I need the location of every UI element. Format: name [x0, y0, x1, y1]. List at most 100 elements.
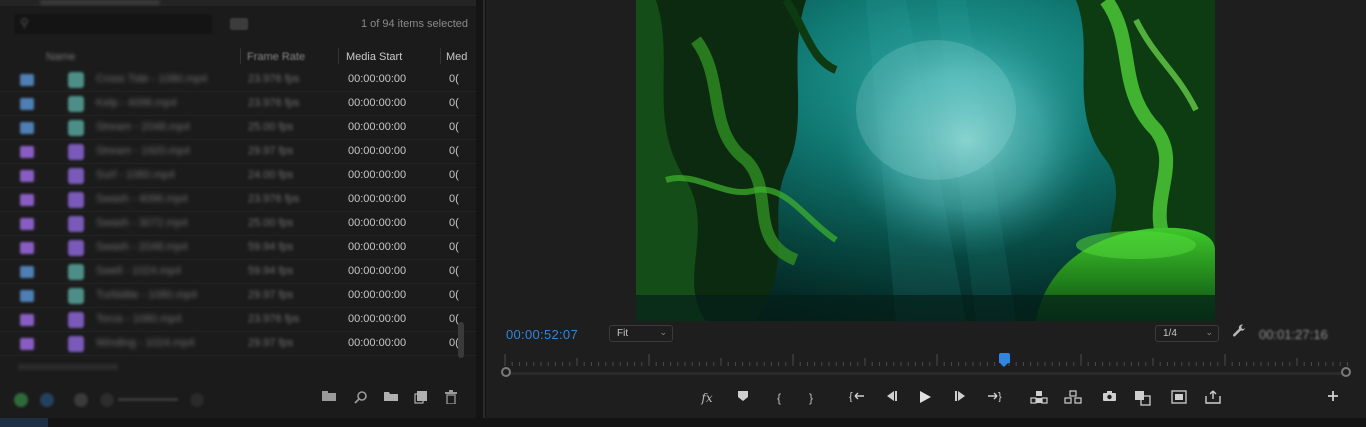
toggle-proxies-button[interactable]	[1168, 388, 1190, 408]
clip-name[interactable]: Torus - 1080.mp4	[96, 313, 182, 325]
column-divider[interactable]	[338, 48, 339, 64]
table-row[interactable]: Stream - 2048.mp4 25.00 fps 00:00:00:00 0(	[0, 116, 476, 140]
clip-name[interactable]: Swash - 2048.mp4	[96, 241, 188, 253]
chevron-down-icon: ⌄	[659, 327, 667, 337]
mark-in-button[interactable]: {	[768, 388, 790, 408]
label-color-swatch[interactable]	[20, 338, 34, 350]
trash-icon[interactable]	[442, 390, 460, 406]
table-row[interactable]: Kelp - 4096.mp4 23.976 fps 00:00:00:00 0(	[0, 92, 476, 116]
clip-name[interactable]: Turbidite - 1080.mp4	[96, 289, 197, 301]
clip-type-icon	[68, 72, 84, 88]
clip-name[interactable]: Cross Tide - 1080.mp4	[96, 73, 207, 85]
program-video-frame[interactable]	[636, 0, 1215, 321]
project-tab[interactable]	[40, 0, 160, 5]
go-to-in-button[interactable]: {	[846, 388, 868, 408]
table-row[interactable]: Surf - 1080.mp4 24.00 fps 00:00:00:00 0(	[0, 164, 476, 188]
go-to-out-button[interactable]: }	[984, 388, 1006, 408]
playback-resolution-select[interactable]: 1/4 ⌄	[1155, 325, 1219, 342]
icon-view-icon[interactable]	[40, 393, 54, 407]
button-editor-button[interactable]	[1322, 388, 1344, 408]
label-color-swatch[interactable]	[20, 194, 34, 206]
clip-name[interactable]: Stream - 2048.mp4	[96, 121, 190, 133]
zoom-in-icon[interactable]	[190, 393, 204, 407]
clip-media-start: 00:00:00:00	[348, 265, 407, 277]
step-forward-button[interactable]	[950, 388, 972, 408]
clip-type-icon	[68, 216, 84, 232]
table-row[interactable]: Torus - 1080.mp4 23.976 fps 00:00:00:00 0(	[0, 308, 476, 332]
table-row[interactable]: Turbidite - 1080.mp4 29.97 fps 00:00:00:00…	[0, 284, 476, 308]
freeform-view-icon[interactable]	[74, 393, 88, 407]
project-panel: ⚲ 1 of 94 items selected Name Frame Rate…	[0, 0, 476, 427]
clip-name[interactable]: Surf - 1080.mp4	[96, 169, 175, 181]
current-timecode[interactable]: 00:00:52:07	[506, 327, 578, 342]
settings-wrench-icon[interactable]	[1232, 324, 1248, 340]
time-ruler[interactable]	[497, 350, 1356, 370]
clip-name[interactable]: Swash - 4096.mp4	[96, 193, 188, 205]
table-row[interactable]: Swash - 2048.mp4 59.94 fps 00:00:00:00 0(	[0, 236, 476, 260]
extract-button[interactable]	[1062, 388, 1084, 408]
play-button[interactable]	[914, 388, 936, 408]
export-frame-button[interactable]	[1098, 388, 1120, 408]
label-color-swatch[interactable]	[20, 218, 34, 230]
zoom-handle-left[interactable]	[501, 367, 511, 377]
column-header-frame-rate[interactable]: Frame Rate	[247, 51, 305, 63]
table-row[interactable]: Stream - 1920.mp4 29.97 fps 00:00:00:00 0(	[0, 140, 476, 164]
label-color-swatch[interactable]	[20, 314, 34, 326]
label-color-swatch[interactable]	[20, 98, 34, 110]
clip-media-end: 0(	[449, 73, 459, 85]
column-header-name[interactable]: Name	[46, 51, 75, 63]
clip-type-icon	[68, 96, 84, 112]
clip-frame-rate: 23.976 fps	[248, 313, 300, 325]
table-row[interactable]: Swash - 3072.mp4 25.00 fps 00:00:00:00 0(	[0, 212, 476, 236]
mark-out-button[interactable]: }	[800, 388, 822, 408]
clip-name[interactable]: Swell - 1024.mp4	[96, 265, 181, 277]
clip-type-icon	[68, 120, 84, 136]
clip-name[interactable]: Winding - 1024.mp4	[96, 337, 194, 349]
clip-media-end: 0(	[449, 241, 459, 253]
column-header-media-end[interactable]: Med	[446, 51, 467, 63]
playhead[interactable]	[999, 353, 1010, 367]
clip-name[interactable]: Kelp - 4096.mp4	[96, 97, 177, 109]
search-icon: ⚲	[20, 16, 29, 30]
search-input[interactable]	[14, 14, 212, 34]
label-color-swatch[interactable]	[20, 74, 34, 86]
folder-icon[interactable]	[382, 390, 400, 406]
new-search-bin-button[interactable]	[230, 18, 248, 30]
scrollbar[interactable]	[458, 322, 464, 358]
label-color-swatch[interactable]	[20, 170, 34, 182]
clip-type-icon	[68, 144, 84, 160]
find-icon[interactable]	[352, 390, 370, 406]
table-row[interactable]: Cross Tide - 1080.mp4 23.976 fps 00:00:00:…	[0, 68, 476, 92]
label-color-swatch[interactable]	[20, 290, 34, 302]
fx-button[interactable]: fx	[696, 388, 718, 408]
label-color-swatch[interactable]	[20, 146, 34, 158]
lift-button[interactable]	[1028, 388, 1050, 408]
zoom-out-icon[interactable]	[100, 393, 114, 407]
list-view-icon[interactable]	[14, 393, 28, 407]
clip-media-start: 00:00:00:00	[348, 289, 407, 301]
column-header-media-start[interactable]: Media Start	[346, 51, 402, 63]
clip-media-start: 00:00:00:00	[348, 73, 407, 85]
clip-media-start: 00:00:00:00	[348, 337, 407, 349]
zoom-slider[interactable]	[118, 398, 178, 401]
zoom-level-select[interactable]: Fit ⌄	[609, 325, 673, 342]
export-button[interactable]	[1202, 388, 1224, 408]
duration-timecode: 00:01:27:16	[1259, 327, 1328, 342]
label-color-swatch[interactable]	[20, 122, 34, 134]
column-divider[interactable]	[440, 48, 441, 64]
zoom-handle-right[interactable]	[1341, 367, 1351, 377]
table-row[interactable]: Winding - 1024.mp4 29.97 fps 00:00:00:00 0(	[0, 332, 476, 356]
clip-name[interactable]: Stream - 1920.mp4	[96, 145, 190, 157]
column-divider[interactable]	[240, 48, 241, 64]
clip-name[interactable]: Swash - 3072.mp4	[96, 217, 188, 229]
new-item-icon[interactable]	[412, 390, 430, 406]
table-row[interactable]: Swell - 1024.mp4 59.94 fps 00:00:00:00 0(	[0, 260, 476, 284]
label-color-swatch[interactable]	[20, 242, 34, 254]
label-color-swatch[interactable]	[20, 266, 34, 278]
zoom-scroll-bar[interactable]	[505, 372, 1346, 375]
table-row[interactable]: Swash - 4096.mp4 23.976 fps 00:00:00:00 0(	[0, 188, 476, 212]
add-marker-button[interactable]	[732, 388, 754, 408]
new-bin-icon[interactable]	[320, 390, 338, 406]
comparison-view-button[interactable]	[1132, 388, 1154, 408]
step-back-button[interactable]	[880, 388, 902, 408]
